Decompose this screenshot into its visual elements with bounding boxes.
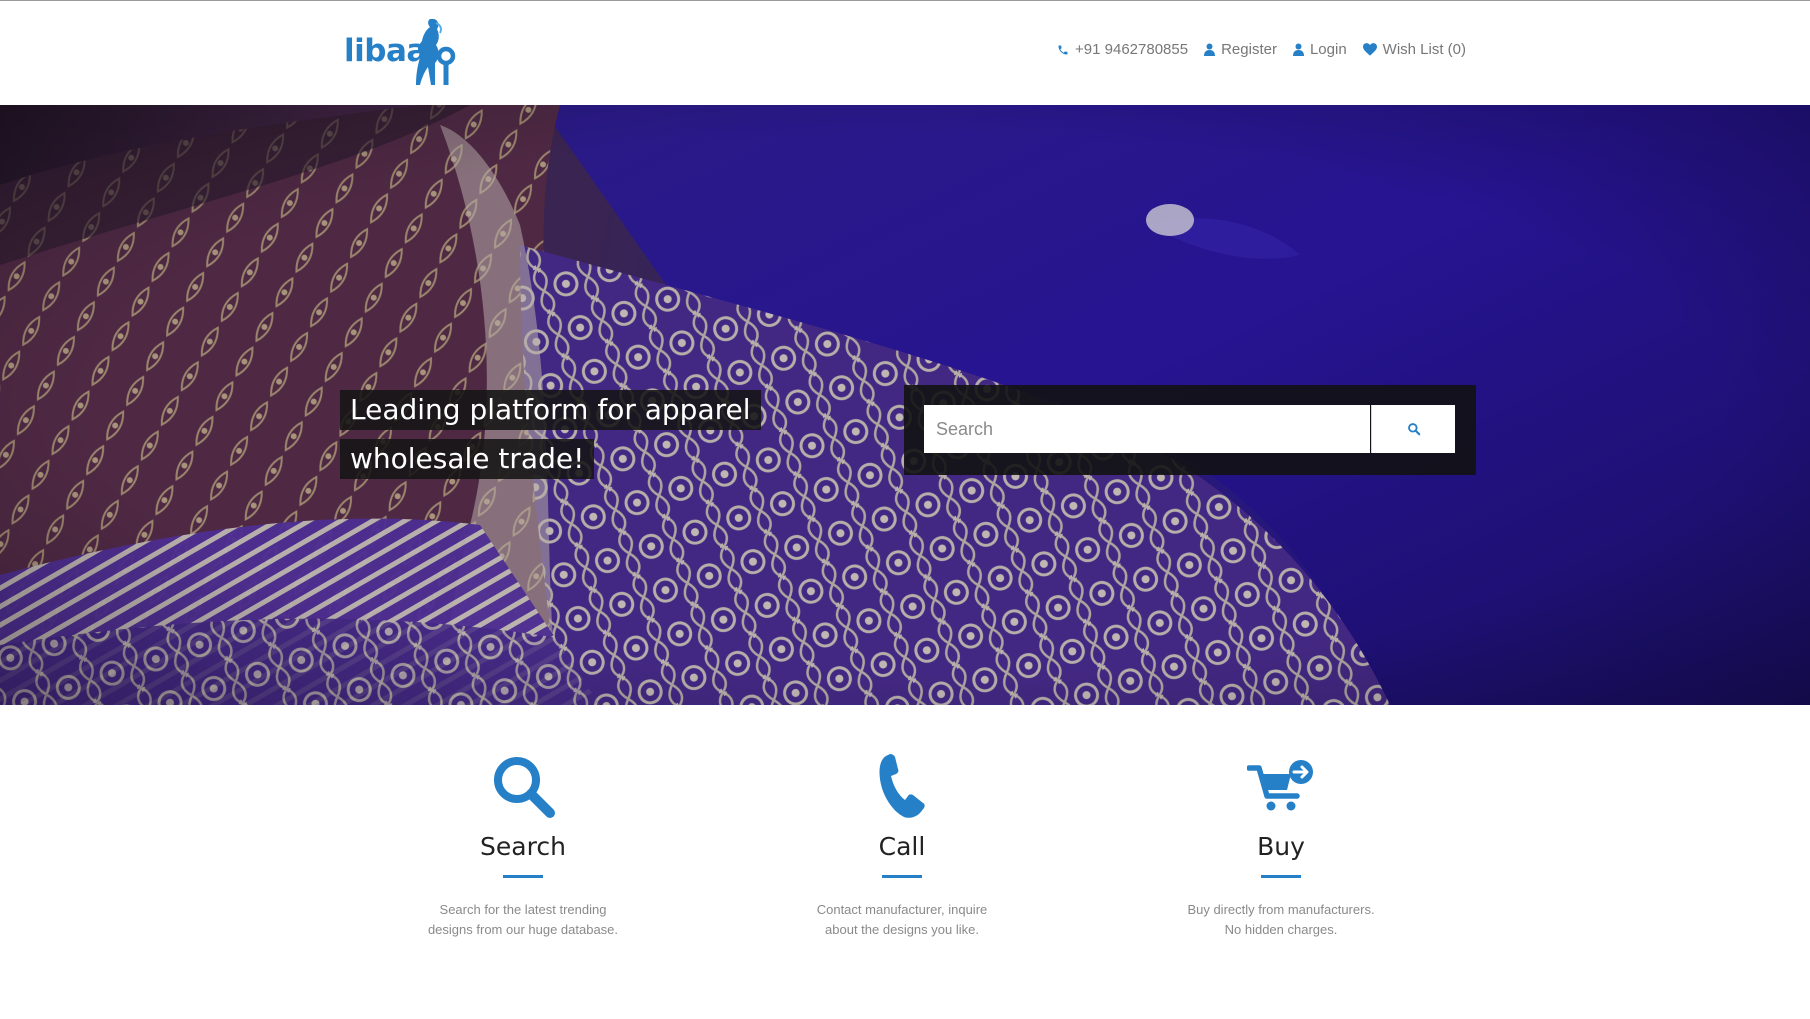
feature-search-title: Search	[480, 832, 566, 861]
feature-buy-icon-wrap	[1131, 750, 1431, 822]
nav-wishlist-label: Wish List (0)	[1382, 41, 1466, 58]
feature-call-title: Call	[878, 832, 926, 861]
feature-buy-desc-line1: Buy directly from manufacturers.	[1187, 902, 1375, 917]
hero-search-panel	[904, 385, 1476, 475]
nav-register[interactable]: Register	[1204, 41, 1277, 58]
search-button[interactable]	[1371, 405, 1455, 453]
feature-buy-rule	[1261, 875, 1301, 878]
feature-call-rule	[882, 875, 922, 878]
feature-call: Call Contact manufacturer, inquire about…	[752, 750, 1052, 940]
hero-banner: Leading platform for apparel wholesale t…	[0, 105, 1810, 705]
svg-text:libaa: libaa	[344, 33, 427, 69]
header-nav: +91 9462780855 Register Login Wish List …	[1057, 41, 1466, 58]
cart-add-icon	[1247, 760, 1313, 811]
feature-buy: Buy Buy directly from manufacturers. No …	[1131, 750, 1431, 940]
feature-search-desc: Search for the latest trending designs f…	[373, 900, 673, 940]
nav-phone-label: +91 9462780855	[1075, 41, 1189, 58]
feature-call-desc-line1: Contact manufacturer, inquire	[816, 902, 988, 917]
tagline-line-2: wholesale trade!	[340, 439, 595, 479]
user-icon	[1204, 43, 1216, 56]
nav-register-label: Register	[1221, 41, 1277, 58]
feature-call-desc: Contact manufacturer, inquire about the …	[752, 900, 1052, 940]
user-icon	[1292, 43, 1304, 56]
feature-call-icon-wrap	[752, 750, 1052, 822]
nav-login-label: Login	[1309, 41, 1347, 58]
feature-search: Search Search for the latest trending de…	[373, 750, 673, 940]
libaas-logo-icon: libaa	[344, 19, 456, 85]
nav-login[interactable]: Login	[1292, 41, 1347, 58]
phone-icon	[879, 754, 925, 818]
feature-search-desc-line1: Search for the latest trending	[439, 902, 607, 917]
search-icon	[494, 757, 555, 818]
feature-search-desc-line2: designs from our huge database.	[427, 922, 619, 937]
search-input[interactable]	[924, 405, 1370, 453]
tagline-line-1: Leading platform for apparel	[340, 390, 761, 430]
feature-search-icon-wrap	[373, 750, 673, 822]
heart-icon	[1362, 43, 1377, 56]
nav-phone[interactable]: +91 9462780855	[1057, 41, 1188, 58]
site-header: libaas libaa +91 9462780855 Register	[0, 1, 1810, 105]
hero-tagline: Leading platform for apparel wholesale t…	[340, 390, 761, 488]
feature-buy-desc-line2: No hidden charges.	[1224, 922, 1338, 937]
feature-call-desc-line2: about the designs you like.	[825, 922, 979, 937]
search-icon	[1407, 423, 1420, 436]
phone-icon	[1058, 45, 1068, 54]
feature-buy-desc: Buy directly from manufacturers. No hidd…	[1131, 900, 1431, 940]
feature-search-rule	[503, 875, 543, 878]
nav-wishlist[interactable]: Wish List (0)	[1362, 41, 1466, 58]
feature-buy-title: Buy	[1257, 832, 1305, 861]
site-logo[interactable]: libaas libaa	[342, 15, 460, 95]
